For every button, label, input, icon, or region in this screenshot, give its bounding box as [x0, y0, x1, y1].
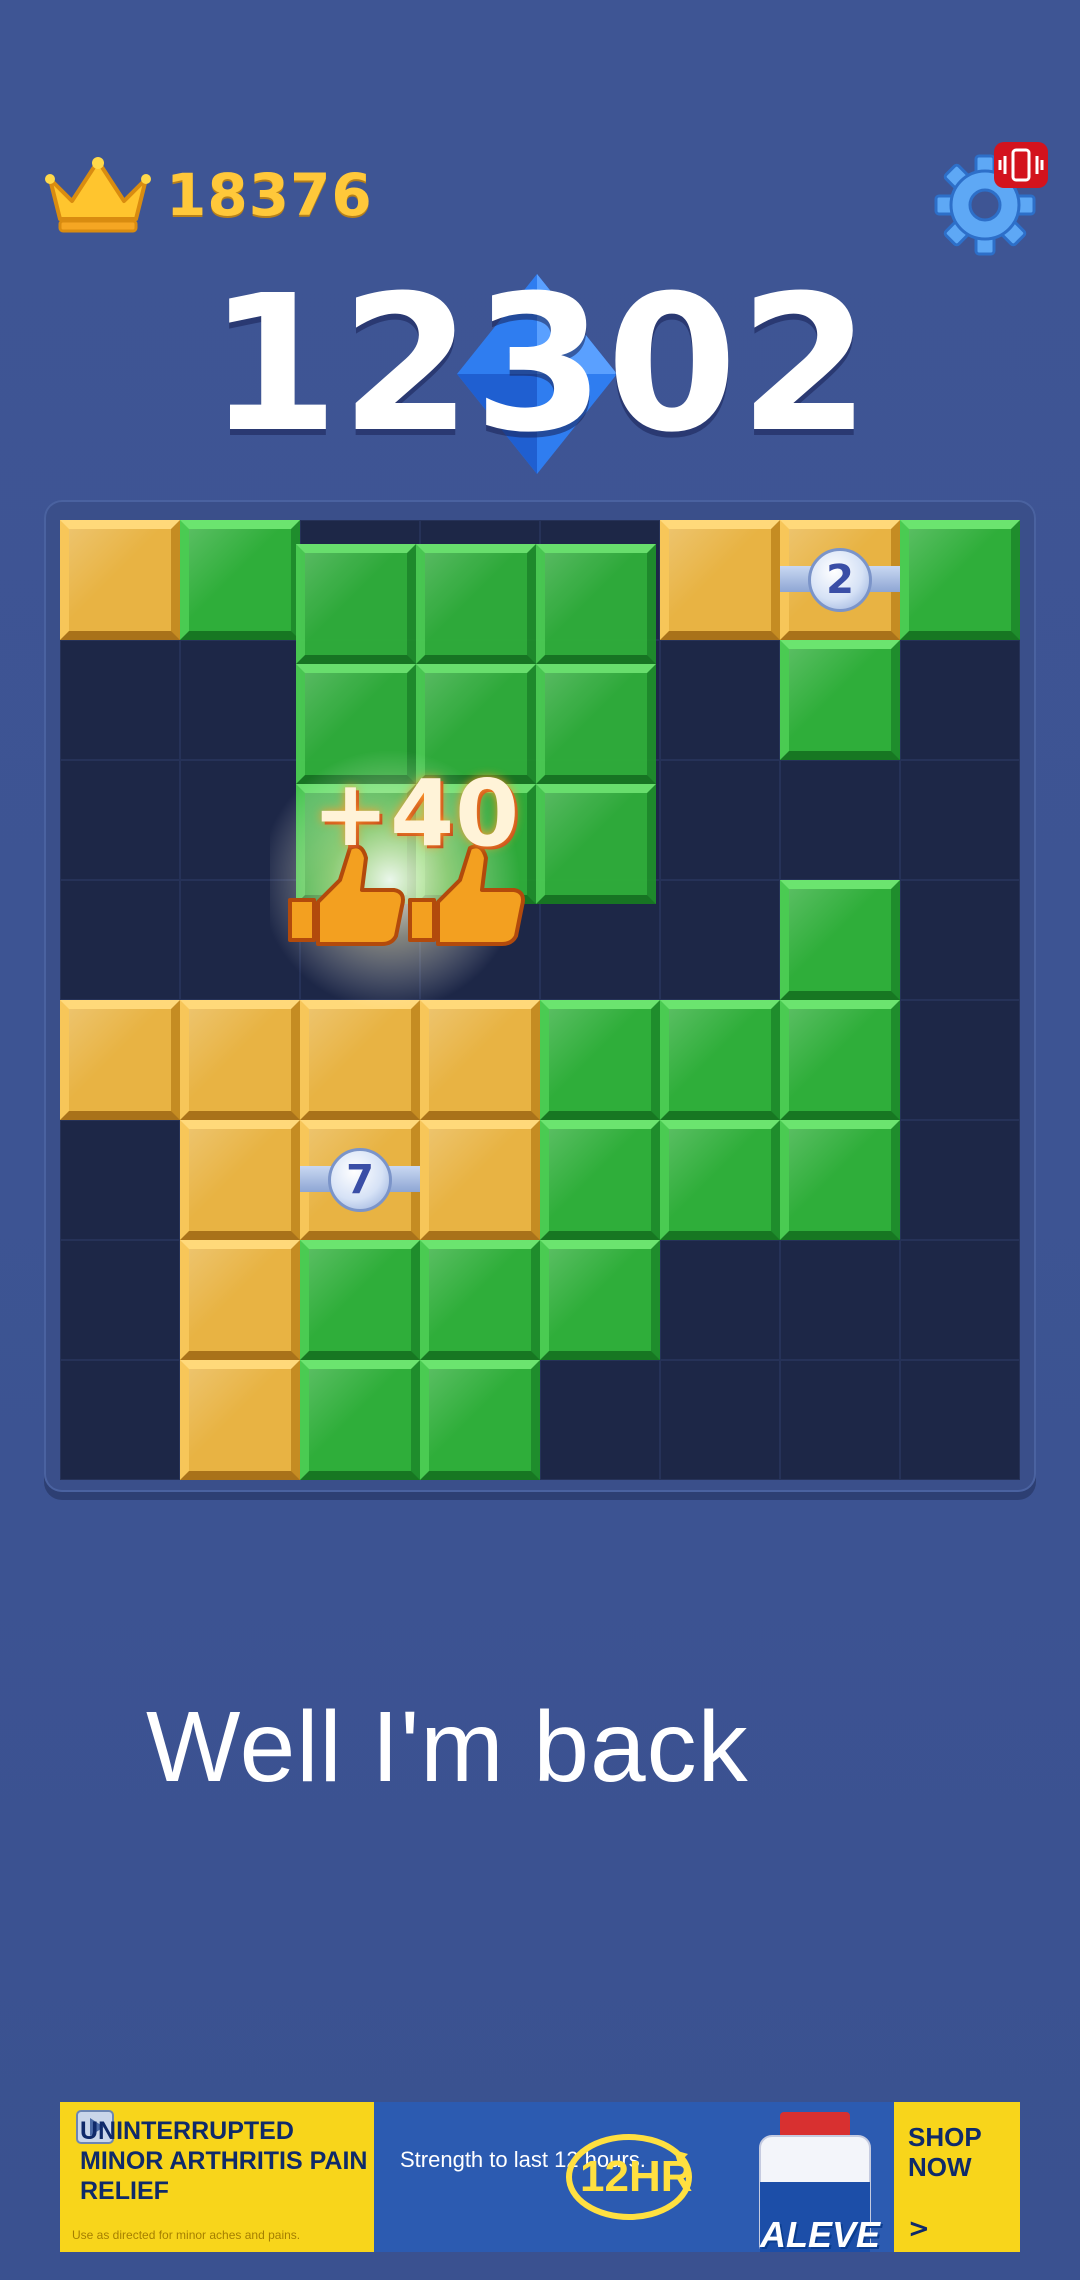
board-cell[interactable] — [780, 1360, 900, 1480]
current-score: 12302 — [207, 255, 873, 474]
board-cell[interactable] — [900, 880, 1020, 1000]
board-cell[interactable] — [780, 760, 900, 880]
combo-points: +40 — [312, 760, 521, 867]
green-block — [660, 1000, 780, 1120]
board-cell[interactable] — [660, 1360, 780, 1480]
dragged-piece-block[interactable] — [536, 544, 656, 664]
green-block — [780, 880, 900, 1000]
board-cell[interactable] — [60, 1240, 180, 1360]
best-score: 18376 — [44, 150, 373, 240]
yellow-block — [180, 1240, 300, 1360]
ad-fine-print: Use as directed for minor aches and pain… — [72, 2228, 301, 2242]
board-cell[interactable] — [900, 1240, 1020, 1360]
board-cell[interactable] — [660, 640, 780, 760]
yellow-block — [60, 1000, 180, 1120]
green-block — [780, 1120, 900, 1240]
green-block — [780, 640, 900, 760]
ad-left-panel: UNINTERRUPTED MINOR ARTHRITIS PAIN RELIE… — [60, 2102, 374, 2252]
green-block — [540, 1120, 660, 1240]
ad-shop-now-button[interactable]: SHOP NOW > — [894, 2102, 1020, 2252]
ad-headline: UNINTERRUPTED MINOR ARTHRITIS PAIN RELIE… — [80, 2117, 368, 2205]
board-cell[interactable] — [900, 1120, 1020, 1240]
green-block — [540, 1240, 660, 1360]
score-area: 12302 — [0, 255, 1080, 474]
board-cell[interactable] — [60, 1360, 180, 1480]
board-cell[interactable] — [660, 1240, 780, 1360]
dragged-piece-block[interactable] — [296, 544, 416, 664]
yellow-block — [180, 1360, 300, 1480]
green-block — [660, 1120, 780, 1240]
board-cell[interactable] — [660, 880, 780, 1000]
green-block — [180, 520, 300, 640]
board-cell[interactable] — [660, 760, 780, 880]
board-cell[interactable] — [60, 880, 180, 1000]
ad-cta-label: SHOP NOW — [908, 2122, 982, 2182]
green-block — [420, 1360, 540, 1480]
board-cell[interactable] — [540, 1360, 660, 1480]
yellow-block — [660, 520, 780, 640]
banner-ad[interactable]: UNINTERRUPTED MINOR ARTHRITIS PAIN RELIE… — [60, 2102, 1020, 2252]
board-cell[interactable] — [900, 1360, 1020, 1480]
board-cell[interactable] — [780, 1240, 900, 1360]
board-cell[interactable] — [60, 1120, 180, 1240]
yellow-block — [420, 1120, 540, 1240]
board-cell[interactable] — [900, 640, 1020, 760]
crown-icon — [45, 157, 151, 233]
green-block — [900, 520, 1020, 640]
number-badge: 7 — [300, 1120, 420, 1240]
board-cell[interactable] — [900, 1000, 1020, 1120]
vibration-icon[interactable] — [992, 140, 1050, 190]
yellow-block — [180, 1120, 300, 1240]
board-cell[interactable] — [60, 640, 180, 760]
dragged-piece-block[interactable] — [416, 544, 536, 664]
green-block — [300, 1240, 420, 1360]
badge-number: 2 — [808, 548, 872, 612]
number-badge: 2 — [780, 520, 900, 640]
badge-number: 7 — [328, 1148, 392, 1212]
yellow-block — [60, 520, 180, 640]
ad-badge: 12HR — [580, 2152, 693, 2201]
board-cell[interactable] — [900, 760, 1020, 880]
green-block — [300, 1360, 420, 1480]
chevron-right-icon: > — [908, 2214, 930, 2244]
ad-brand: ALEVE — [760, 2214, 881, 2252]
video-caption: Well I'm back — [146, 1691, 749, 1803]
board-cell[interactable] — [60, 760, 180, 880]
best-score-value: 18376 — [166, 161, 373, 229]
green-block — [420, 1240, 540, 1360]
green-block — [780, 1000, 900, 1120]
